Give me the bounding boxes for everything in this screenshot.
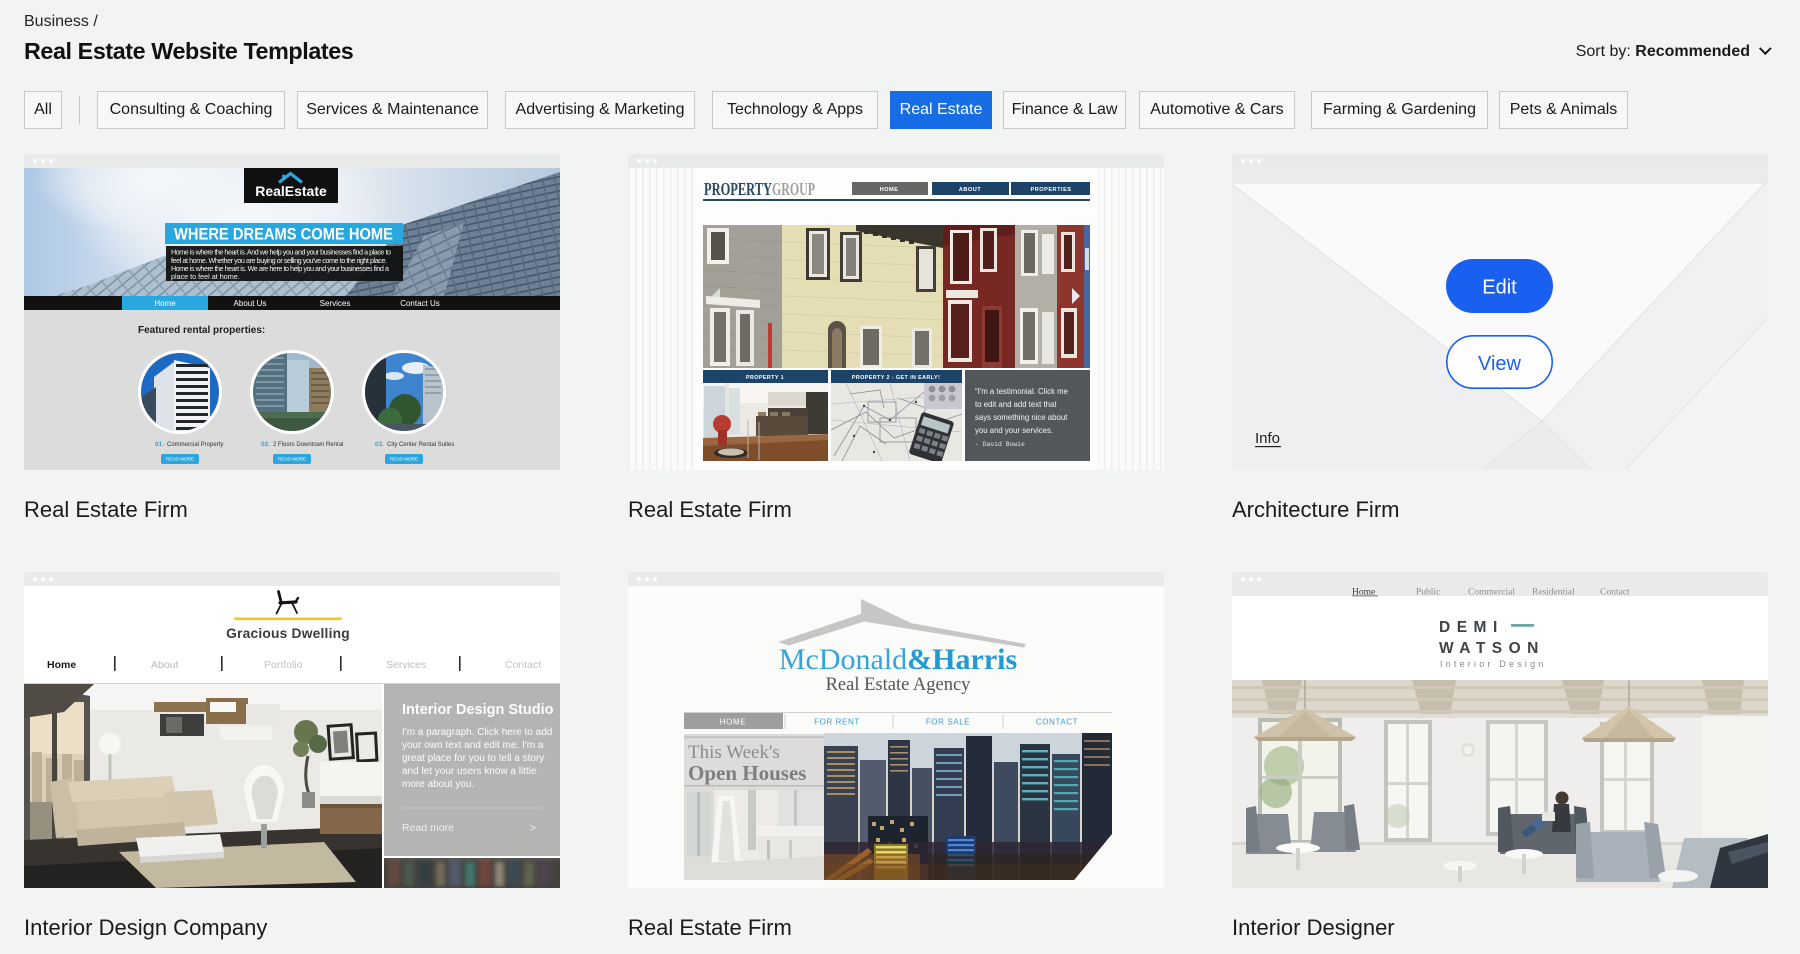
svg-text:Interior Design Studio: Interior Design Studio bbox=[402, 702, 554, 718]
svg-text:Portfolio: Portfolio bbox=[264, 659, 303, 671]
svg-text:GROUP: GROUP bbox=[772, 179, 815, 199]
svg-text:Services: Services bbox=[386, 659, 426, 671]
svg-text:Featured rental properties:: Featured rental properties: bbox=[138, 325, 265, 336]
svg-text:PROPERTY: PROPERTY bbox=[704, 179, 772, 199]
svg-text:Real Estate Agency: Real Estate Agency bbox=[826, 675, 972, 695]
svg-text:great place for you to tell a: great place for you to tell a story bbox=[402, 753, 544, 764]
svg-text:About Us: About Us bbox=[234, 299, 267, 308]
svg-text:Residential: Residential bbox=[1532, 588, 1575, 598]
svg-text:View: View bbox=[1478, 353, 1522, 375]
svg-text:more about you.: more about you. bbox=[402, 779, 474, 790]
svg-text:WHERE DREAMS COME HOME: WHERE DREAMS COME HOME bbox=[174, 225, 393, 244]
svg-text:01.: 01. bbox=[155, 441, 164, 448]
svg-text:DEMI: DEMI bbox=[1439, 619, 1504, 636]
svg-text:“I'm a testimonial. Click me: “I'm a testimonial. Click me bbox=[975, 387, 1068, 396]
svg-text:Info: Info bbox=[1255, 430, 1280, 447]
svg-text:Contact: Contact bbox=[505, 659, 541, 671]
svg-text:Contact Us: Contact Us bbox=[400, 299, 440, 308]
svg-text:- David Bowie: - David Bowie bbox=[975, 441, 1025, 448]
svg-text:About: About bbox=[151, 659, 179, 671]
svg-text:says something nice about: says something nice about bbox=[975, 413, 1068, 422]
svg-text:your own text and edit me. I'm: your own text and edit me. I'm a bbox=[402, 740, 544, 751]
svg-text:Commercial Property: Commercial Property bbox=[167, 442, 223, 448]
svg-text:READ MORE: READ MORE bbox=[278, 457, 306, 462]
svg-text:03.: 03. bbox=[375, 441, 384, 448]
svg-text:This Week's: This Week's bbox=[688, 742, 780, 763]
svg-text:PROPERTY 1: PROPERTY 1 bbox=[746, 375, 784, 381]
svg-text:READ MORE: READ MORE bbox=[390, 457, 418, 462]
svg-text:2 Floors Downtown Rental: 2 Floors Downtown Rental bbox=[273, 442, 343, 448]
svg-text:to edit and add text that: to edit and add text that bbox=[975, 400, 1057, 409]
svg-text:Interior Design: Interior Design bbox=[1440, 659, 1547, 669]
svg-text:FOR RENT: FOR RENT bbox=[814, 718, 860, 727]
svg-text:HOME: HOME bbox=[880, 187, 899, 193]
svg-text:you and your services.: you and your services. bbox=[975, 426, 1053, 435]
svg-text:Read more: Read more bbox=[402, 822, 454, 834]
svg-text:WATSON: WATSON bbox=[1439, 640, 1545, 657]
svg-text:City Center Rental Suites: City Center Rental Suites bbox=[387, 442, 454, 448]
svg-text:Public: Public bbox=[1416, 588, 1440, 598]
svg-text:HOME: HOME bbox=[720, 718, 746, 727]
svg-text:READ MORE: READ MORE bbox=[166, 457, 194, 462]
svg-text:Edit: Edit bbox=[1482, 277, 1517, 299]
svg-text:ABOUT: ABOUT bbox=[959, 187, 981, 193]
svg-text:PROPERTY 2 - GET IN EARLY!: PROPERTY 2 - GET IN EARLY! bbox=[852, 375, 940, 381]
svg-text:place to feel at home.: place to feel at home. bbox=[171, 272, 240, 281]
svg-text:>: > bbox=[530, 823, 536, 834]
svg-text:Gracious Dwelling: Gracious Dwelling bbox=[226, 626, 350, 641]
svg-text:I'm a paragraph. Click here to: I'm a paragraph. Click here to add bbox=[402, 727, 552, 738]
svg-text:McDonald&Harris: McDonald&Harris bbox=[779, 643, 1017, 676]
svg-text:Services: Services bbox=[320, 299, 351, 308]
svg-text:Commercial: Commercial bbox=[1468, 588, 1515, 598]
svg-text:02.: 02. bbox=[261, 441, 270, 448]
svg-text:Home: Home bbox=[154, 299, 176, 308]
svg-text:RealEstate: RealEstate bbox=[255, 183, 327, 199]
svg-text:Home: Home bbox=[47, 659, 76, 671]
svg-text:FOR SALE: FOR SALE bbox=[926, 718, 970, 727]
svg-text:CONTACT: CONTACT bbox=[1036, 718, 1078, 727]
svg-text:Open Houses: Open Houses bbox=[688, 761, 806, 785]
svg-text:PROPERTIES: PROPERTIES bbox=[1030, 187, 1071, 193]
svg-text:Contact: Contact bbox=[1600, 588, 1630, 598]
svg-text:and let your users know a litt: and let your users know a little bbox=[402, 766, 537, 777]
